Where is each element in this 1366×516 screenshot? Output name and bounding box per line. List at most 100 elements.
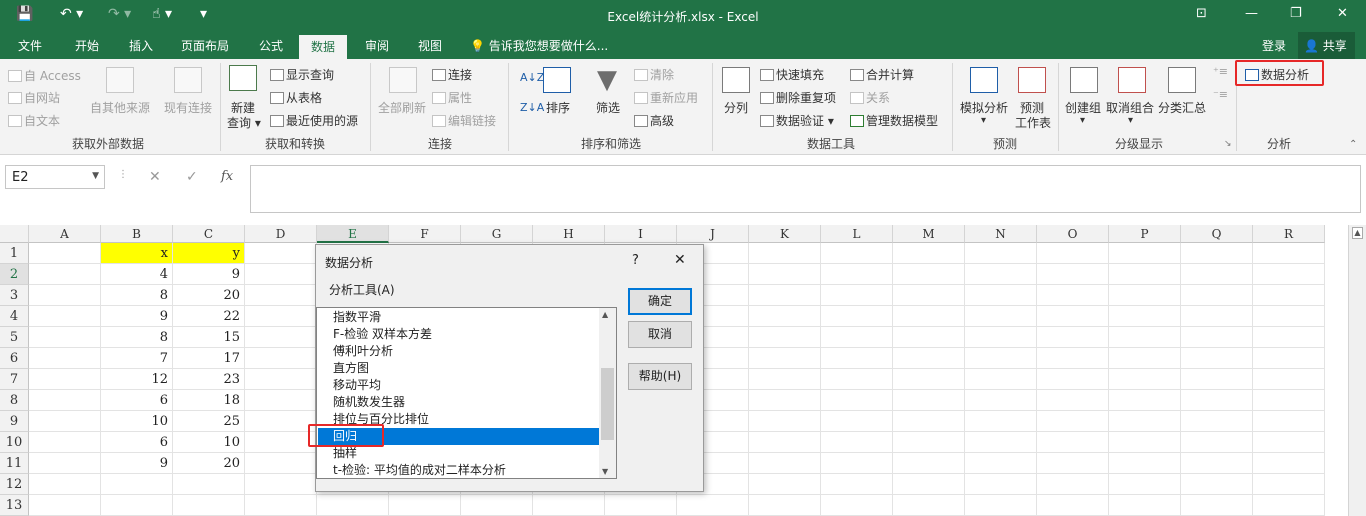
cell-q2[interactable] (1181, 264, 1253, 285)
cell-r3[interactable] (1253, 285, 1325, 306)
cell-n10[interactable] (965, 432, 1037, 453)
cell-j13[interactable] (677, 495, 749, 516)
advanced-filter-button[interactable]: 高级 (634, 112, 674, 129)
collapse-ribbon-icon[interactable]: ⌃ (1349, 139, 1357, 150)
data-validation-button[interactable]: 数据验证 ▾ (760, 112, 834, 129)
cell-l12[interactable] (821, 474, 893, 495)
cell-b1[interactable]: x (101, 243, 173, 264)
cell-p9[interactable] (1109, 411, 1181, 432)
flash-fill-button[interactable]: 快速填充 (760, 66, 824, 83)
cell-n11[interactable] (965, 453, 1037, 474)
cell-a3[interactable] (29, 285, 101, 306)
cancel-icon[interactable]: ✕ (149, 169, 161, 185)
cell-b8[interactable]: 6 (101, 390, 173, 411)
connections-button[interactable]: 连接 (432, 66, 472, 83)
cell-d7[interactable] (245, 369, 317, 390)
tab-formulas[interactable]: 公式 (259, 37, 283, 54)
cell-b3[interactable]: 8 (101, 285, 173, 306)
cell-o2[interactable] (1037, 264, 1109, 285)
sort-za-icon[interactable]: Z↓A (520, 101, 544, 114)
row-header-5[interactable]: 5 (0, 327, 29, 348)
hide-detail-icon[interactable]: ⁻≡ (1213, 88, 1228, 101)
cell-a11[interactable] (29, 453, 101, 474)
cell-i13[interactable] (605, 495, 677, 516)
cell-p8[interactable] (1109, 390, 1181, 411)
cell-d1[interactable] (245, 243, 317, 264)
text-to-columns-button[interactable]: 分列 (724, 99, 748, 116)
cell-l4[interactable] (821, 306, 893, 327)
list-scrollbar[interactable]: ▲ ▼ (599, 308, 616, 478)
cell-r12[interactable] (1253, 474, 1325, 495)
cell-p11[interactable] (1109, 453, 1181, 474)
cell-q12[interactable] (1181, 474, 1253, 495)
cell-a10[interactable] (29, 432, 101, 453)
cell-o11[interactable] (1037, 453, 1109, 474)
column-header-q[interactable]: Q (1181, 225, 1253, 243)
cell-k8[interactable] (749, 390, 821, 411)
cell-m12[interactable] (893, 474, 965, 495)
sort-az-icon[interactable]: A↓Z (520, 71, 544, 84)
cell-r13[interactable] (1253, 495, 1325, 516)
analysis-tools-list[interactable]: 指数平滑 F-检验 双样本方差 傅利叶分析 直方图 移动平均 随机数发生器 排位与百分比排位… (308, 307, 617, 479)
cell-l1[interactable] (821, 243, 893, 264)
cell-k4[interactable] (749, 306, 821, 327)
cell-o1[interactable] (1037, 243, 1109, 264)
cell-m1[interactable] (893, 243, 965, 264)
list-item[interactable]: 直方图 (318, 360, 599, 377)
cell-m13[interactable] (893, 495, 965, 516)
cell-d6[interactable] (245, 348, 317, 369)
cell-k9[interactable] (749, 411, 821, 432)
subtotal-button[interactable]: 分类汇总 (1158, 99, 1206, 116)
cell-h13[interactable] (533, 495, 605, 516)
from-text-button[interactable]: 自文本 (8, 112, 60, 129)
row-header-13[interactable]: 13 (0, 495, 29, 516)
cell-b4[interactable]: 9 (101, 306, 173, 327)
vertical-scrollbar[interactable]: ▲ (1348, 225, 1366, 516)
cell-q11[interactable] (1181, 453, 1253, 474)
list-item[interactable]: 傅利叶分析 (318, 343, 599, 360)
cell-d8[interactable] (245, 390, 317, 411)
cell-o9[interactable] (1037, 411, 1109, 432)
cell-o4[interactable] (1037, 306, 1109, 327)
cell-m8[interactable] (893, 390, 965, 411)
cell-l7[interactable] (821, 369, 893, 390)
cell-n4[interactable] (965, 306, 1037, 327)
help-question-icon[interactable]: ? (632, 253, 639, 268)
cell-l3[interactable] (821, 285, 893, 306)
cell-q10[interactable] (1181, 432, 1253, 453)
cell-m11[interactable] (893, 453, 965, 474)
cell-q6[interactable] (1181, 348, 1253, 369)
cell-k10[interactable] (749, 432, 821, 453)
cell-c5[interactable]: 15 (173, 327, 245, 348)
cell-p3[interactable] (1109, 285, 1181, 306)
scroll-up-icon[interactable]: ▲ (1352, 227, 1363, 239)
column-header-p[interactable]: P (1109, 225, 1181, 243)
enter-icon[interactable]: ✓ (186, 169, 198, 185)
cell-m9[interactable] (893, 411, 965, 432)
properties-button[interactable]: 属性 (432, 89, 472, 106)
list-item[interactable]: 指数平滑 (318, 309, 599, 326)
cell-l10[interactable] (821, 432, 893, 453)
cell-b6[interactable]: 7 (101, 348, 173, 369)
cell-m2[interactable] (893, 264, 965, 285)
cell-k11[interactable] (749, 453, 821, 474)
cell-l6[interactable] (821, 348, 893, 369)
cell-c12[interactable] (173, 474, 245, 495)
cell-o3[interactable] (1037, 285, 1109, 306)
row-header-1[interactable]: 1 (0, 243, 29, 264)
cell-b10[interactable]: 6 (101, 432, 173, 453)
cell-c4[interactable]: 22 (173, 306, 245, 327)
cell-n12[interactable] (965, 474, 1037, 495)
share-button[interactable]: 👤 共享 (1298, 32, 1355, 59)
cell-l9[interactable] (821, 411, 893, 432)
tell-me-box[interactable]: 💡 告诉我您想要做什么... (470, 37, 608, 54)
sort-button[interactable]: 排序 (546, 99, 570, 116)
column-header-a[interactable]: A (29, 225, 101, 243)
list-item[interactable]: 移动平均 (318, 377, 599, 394)
cell-a5[interactable] (29, 327, 101, 348)
column-header-d[interactable]: D (245, 225, 317, 243)
close-dialog-icon[interactable]: ✕ (674, 252, 686, 268)
cell-c7[interactable]: 23 (173, 369, 245, 390)
cell-o7[interactable] (1037, 369, 1109, 390)
column-header-f[interactable]: F (389, 225, 461, 243)
